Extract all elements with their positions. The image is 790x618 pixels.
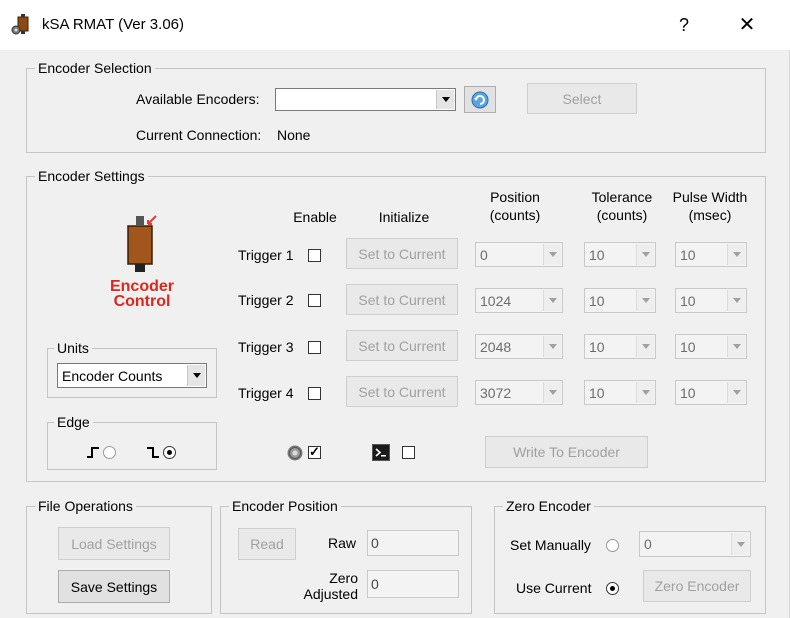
header-initialize: Initialize — [378, 209, 430, 225]
pulse-width-combo[interactable]: 10 — [675, 242, 747, 267]
console-checkbox[interactable] — [402, 446, 415, 459]
header-pulse-2: (msec) — [688, 207, 732, 223]
logo-text-control: Control — [113, 293, 171, 310]
tolerance-combo[interactable]: 10 — [584, 242, 656, 267]
chevron-down-icon[interactable] — [727, 336, 745, 357]
chevron-down-icon[interactable] — [543, 382, 561, 403]
help-button[interactable]: ? — [664, 10, 704, 40]
zero-adjusted-value-field: 0 — [367, 570, 459, 598]
header-position-2: (counts) — [489, 207, 541, 223]
write-to-encoder-button[interactable]: Write To Encoder — [485, 436, 648, 468]
position-combo[interactable]: 3072 — [475, 380, 563, 405]
pulse-width-combo[interactable]: 10 — [675, 380, 747, 405]
refresh-icon — [471, 91, 489, 108]
chevron-down-icon[interactable] — [636, 336, 654, 357]
raw-value-field: 0 — [367, 530, 459, 556]
encoder-position-legend: Encoder Position — [229, 497, 341, 515]
trigger-enable-checkbox[interactable] — [308, 341, 321, 354]
edge-legend: Edge — [54, 413, 93, 431]
select-button[interactable]: Select — [527, 83, 637, 114]
set-to-current-button[interactable]: Set to Current — [346, 376, 458, 407]
current-connection-value: None — [277, 127, 311, 143]
chevron-down-icon[interactable] — [187, 365, 205, 386]
set-manually-radio[interactable] — [606, 539, 619, 552]
rising-edge-icon — [87, 447, 99, 458]
units-value: Encoder Counts — [62, 367, 163, 384]
falling-edge-icon — [147, 447, 159, 458]
manual-value-combo[interactable]: 0 — [639, 531, 751, 557]
app-window: kSA RMAT (Ver 3.06) ? ✕ Encoder Selectio… — [0, 0, 790, 618]
available-encoders-combo[interactable] — [275, 88, 456, 111]
falling-edge-radio[interactable] — [163, 446, 176, 459]
load-settings-button[interactable]: Load Settings — [58, 527, 170, 560]
save-settings-button[interactable]: Save Settings — [58, 570, 170, 603]
encoder-icon — [127, 215, 157, 272]
chevron-down-icon[interactable] — [543, 290, 561, 311]
set-manually-label: Set Manually — [510, 537, 591, 553]
position-combo[interactable]: 0 — [475, 242, 563, 267]
encoder-settings-legend: Encoder Settings — [35, 167, 148, 185]
trigger-enable-checkbox[interactable] — [308, 294, 321, 307]
set-to-current-button[interactable]: Set to Current — [346, 284, 458, 315]
rising-edge-radio[interactable] — [103, 446, 116, 459]
zero-encoder-button[interactable]: Zero Encoder — [643, 570, 751, 602]
trigger-label: Trigger 2 — [238, 292, 294, 308]
trigger-label: Trigger 1 — [238, 247, 294, 263]
trigger-label: Trigger 4 — [238, 385, 294, 401]
position-combo[interactable]: 2048 — [475, 334, 563, 359]
window-title: kSA RMAT (Ver 3.06) — [42, 16, 184, 33]
use-current-label: Use Current — [516, 580, 592, 596]
header-tolerance-2: (counts) — [596, 207, 648, 223]
edge-group: Edge — [47, 413, 217, 470]
units-legend: Units — [54, 339, 92, 357]
header-tolerance-1: Tolerance — [591, 189, 653, 205]
zero-adjusted-label-1: Zero — [329, 570, 358, 586]
chevron-down-icon[interactable] — [436, 90, 454, 109]
pulse-width-combo[interactable]: 10 — [675, 288, 747, 313]
available-encoders-label: Available Encoders: — [136, 91, 260, 107]
chevron-down-icon[interactable] — [636, 244, 654, 265]
app-icon — [11, 14, 29, 35]
zero-adjusted-label-2: Adjusted — [303, 586, 358, 602]
chevron-down-icon[interactable] — [636, 290, 654, 311]
file-operations-legend: File Operations — [35, 497, 136, 515]
tolerance-combo[interactable]: 10 — [584, 380, 656, 405]
gear-icon — [287, 445, 303, 461]
current-connection-label: Current Connection: — [136, 127, 262, 143]
header-pulse-1: Pulse Width — [672, 189, 748, 205]
set-to-current-button[interactable]: Set to Current — [346, 238, 458, 269]
title-bar: kSA RMAT (Ver 3.06) ? ✕ — [0, 0, 790, 50]
header-position-1: Position — [490, 189, 540, 205]
chevron-down-icon[interactable] — [727, 382, 745, 403]
console-icon — [372, 444, 390, 461]
chevron-down-icon[interactable] — [543, 336, 561, 357]
set-to-current-button[interactable]: Set to Current — [346, 330, 458, 361]
use-current-radio[interactable] — [606, 582, 619, 595]
pulse-width-combo[interactable]: 10 — [675, 334, 747, 359]
raw-label: Raw — [328, 535, 357, 551]
chevron-down-icon[interactable] — [727, 244, 745, 265]
tolerance-combo[interactable]: 10 — [584, 288, 656, 313]
encoder-selection-legend: Encoder Selection — [35, 59, 155, 77]
tolerance-combo[interactable]: 10 — [584, 334, 656, 359]
chevron-down-icon[interactable] — [543, 244, 561, 265]
units-combo[interactable]: Encoder Counts — [57, 363, 207, 388]
chevron-down-icon[interactable] — [636, 382, 654, 403]
chevron-down-icon[interactable] — [731, 533, 749, 555]
read-button[interactable]: Read — [238, 528, 296, 560]
close-button[interactable]: ✕ — [727, 10, 767, 40]
header-enable: Enable — [293, 209, 337, 225]
refresh-button[interactable] — [464, 86, 496, 113]
position-combo[interactable]: 1024 — [475, 288, 563, 313]
trigger-enable-checkbox[interactable] — [308, 387, 321, 400]
chevron-down-icon[interactable] — [727, 290, 745, 311]
trigger-enable-checkbox[interactable] — [308, 249, 321, 262]
zero-encoder-legend: Zero Encoder — [503, 497, 594, 515]
gear-checkbox[interactable] — [308, 444, 321, 460]
trigger-label: Trigger 3 — [238, 339, 294, 355]
